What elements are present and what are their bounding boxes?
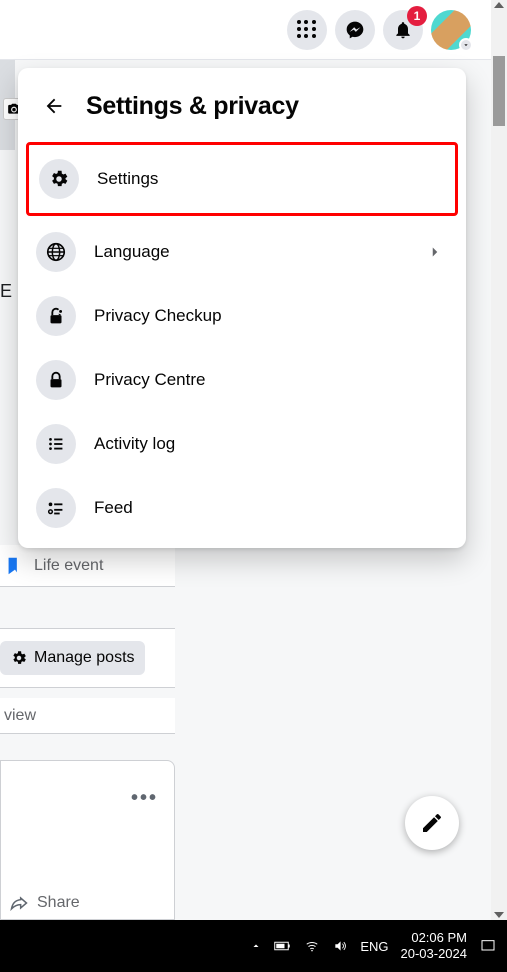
- back-button[interactable]: [36, 88, 72, 124]
- manage-posts-area: Manage posts: [0, 628, 175, 688]
- menu-item-settings[interactable]: Settings: [31, 147, 453, 211]
- share-label: Share: [37, 894, 80, 912]
- messenger-icon: [345, 20, 365, 40]
- wifi-icon[interactable]: [304, 939, 320, 953]
- share-button[interactable]: Share: [9, 893, 80, 913]
- menu-item-language[interactable]: Language: [28, 220, 456, 284]
- menu-item-label: Privacy Centre: [94, 370, 448, 390]
- menu-item-privacy-checkup[interactable]: Privacy Checkup: [28, 284, 456, 348]
- volume-icon[interactable]: [332, 939, 348, 953]
- notification-badge: 1: [407, 6, 427, 26]
- notifications-center-icon[interactable]: [479, 938, 497, 954]
- list-icon: [36, 424, 76, 464]
- settings-privacy-panel: Settings & privacy Settings Language Priva…: [18, 68, 466, 548]
- lockdot-icon: [36, 296, 76, 336]
- menu-item-activity-log[interactable]: Activity log: [28, 412, 456, 476]
- windows-taskbar: ENG 02:06 PM 20-03-2024: [0, 920, 507, 972]
- compose-fab[interactable]: [405, 796, 459, 850]
- messenger-button[interactable]: [335, 10, 375, 50]
- manage-posts-button[interactable]: Manage posts: [0, 641, 145, 675]
- life-event-button[interactable]: Life event: [0, 545, 175, 587]
- top-navbar: 1: [0, 0, 491, 60]
- menu-item-label: Activity log: [94, 434, 448, 454]
- language-indicator[interactable]: ENG: [360, 939, 388, 954]
- profile-avatar-button[interactable]: [431, 10, 471, 50]
- view-label: view: [4, 707, 36, 725]
- viewport: E 1 Life event: [0, 0, 507, 972]
- truncated-text: E: [0, 281, 12, 302]
- menu-item-label: Privacy Checkup: [94, 306, 448, 326]
- chevron-down-icon: [459, 38, 473, 52]
- highlight-box: Settings: [26, 142, 458, 216]
- arrow-left-icon: [43, 95, 65, 117]
- menu-grid-button[interactable]: [287, 10, 327, 50]
- scroll-up-icon: [494, 2, 504, 8]
- menu-item-feed[interactable]: Feed: [28, 476, 456, 540]
- globe-icon: [36, 232, 76, 272]
- life-event-label: Life event: [34, 557, 103, 575]
- grid-icon: [297, 20, 317, 40]
- flag-icon: [4, 555, 26, 577]
- clock-time: 02:06 PM: [401, 930, 468, 946]
- edit-icon: [420, 811, 444, 835]
- notifications-button[interactable]: 1: [383, 10, 423, 50]
- feed-icon: [36, 488, 76, 528]
- manage-posts-label: Manage posts: [34, 649, 135, 667]
- share-icon: [9, 893, 29, 913]
- system-tray: ENG 02:06 PM 20-03-2024: [250, 930, 497, 963]
- scroll-thumb[interactable]: [493, 56, 505, 126]
- view-row[interactable]: view: [0, 698, 175, 734]
- clock-date: 20-03-2024: [401, 946, 468, 962]
- gear-icon: [39, 159, 79, 199]
- panel-title: Settings & privacy: [86, 92, 299, 121]
- lock-icon: [36, 360, 76, 400]
- tray-overflow-icon[interactable]: [250, 940, 262, 952]
- chevron-right-icon: [426, 243, 448, 261]
- panel-header: Settings & privacy: [28, 80, 456, 142]
- menu-items-list: Settings Language Privacy Checkup Privacy C…: [28, 142, 456, 540]
- battery-icon[interactable]: [274, 939, 292, 953]
- menu-item-privacy-centre[interactable]: Privacy Centre: [28, 348, 456, 412]
- page-content: E 1 Life event: [0, 0, 491, 920]
- post-card: ••• Share: [0, 760, 175, 920]
- post-options-button[interactable]: •••: [131, 787, 158, 810]
- menu-item-label: Language: [94, 242, 408, 262]
- browser-scrollbar[interactable]: [491, 0, 507, 920]
- menu-item-label: Feed: [94, 498, 448, 518]
- gear-icon: [10, 649, 28, 667]
- clock[interactable]: 02:06 PM 20-03-2024: [401, 930, 468, 963]
- menu-item-label: Settings: [97, 169, 445, 189]
- scroll-down-icon: [494, 912, 504, 918]
